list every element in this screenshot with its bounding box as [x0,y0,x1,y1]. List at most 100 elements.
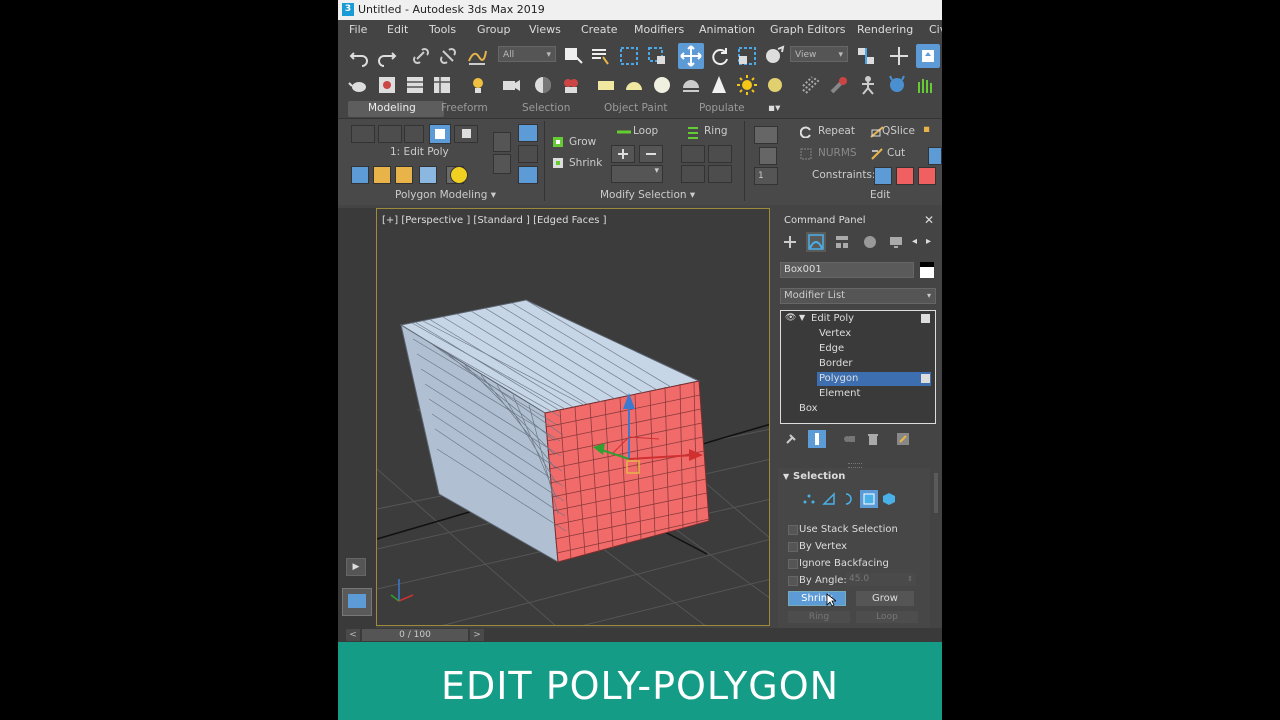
vertex-mode-icon[interactable] [802,492,816,506]
shrink-button[interactable]: Shrink [569,157,602,169]
grow-button[interactable]: Grow [569,136,596,148]
ref-coord-dropdown[interactable]: View ▾ [790,46,848,62]
sun-icon[interactable] [736,74,758,96]
loop-selection-button[interactable]: Loop [856,611,918,623]
close-icon[interactable]: ✕ [924,213,934,227]
polygon-mode-toggle[interactable] [860,490,878,508]
place-icon[interactable] [763,45,785,67]
link-icon[interactable] [410,45,432,67]
swift-loop-button[interactable] [518,124,538,142]
ring-selection-button[interactable]: Ring [788,611,850,623]
time-slider[interactable]: < 0 / 100 > [338,628,942,642]
ring-right-button[interactable] [708,165,732,183]
cut-button[interactable]: Cut [887,147,905,159]
shrink-ring-button[interactable] [708,145,732,163]
menu-rendering[interactable]: Rendering [857,23,913,36]
qslice-button[interactable]: QSlice [882,125,915,137]
edge-mode-icon[interactable] [822,492,836,506]
tab-selection[interactable]: Selection [522,102,570,114]
stack-border[interactable]: Border [819,358,853,369]
edge-mode-button[interactable] [351,125,375,143]
collapse-stack-button[interactable] [493,154,511,174]
by-angle-checkbox[interactable] [788,576,798,586]
teapot-icon[interactable] [348,74,370,96]
scene-explorer-icon[interactable] [431,74,453,96]
mass-fx-icon[interactable] [828,74,850,96]
menu-graph-editors[interactable]: Graph Editors [770,23,846,36]
camera-icon[interactable] [500,74,522,96]
repeat-button[interactable]: Repeat [818,125,855,137]
select-move-button[interactable] [678,43,704,69]
ignore-backfacing-checkbox[interactable] [788,559,798,569]
loop-mode-dropdown[interactable]: ▾ [611,165,663,183]
biped-icon[interactable] [857,74,879,96]
show-end-result-toggle[interactable] [808,430,826,448]
plane-icon[interactable] [595,74,617,96]
bind-spacewarp-icon[interactable] [466,45,488,67]
stack-polygon[interactable]: Polygon [819,373,858,384]
light-icon[interactable] [469,74,491,96]
select-object-icon[interactable] [562,45,584,67]
eye-icon[interactable]: 👁 [785,313,796,323]
cone-light-icon[interactable] [708,74,730,96]
nurms-button[interactable]: NURMS [818,147,857,159]
time-next-button[interactable]: > [470,629,484,641]
menu-views[interactable]: Views [529,23,561,36]
render-icon[interactable] [560,74,582,96]
select-manipulate-icon[interactable] [888,45,910,67]
cat-icon[interactable] [886,74,908,96]
trash-icon[interactable] [866,432,880,446]
time-slider-thumb[interactable]: 0 / 100 [362,629,468,641]
cut-extra-button[interactable] [928,147,942,165]
constraint-face-button[interactable] [918,167,936,185]
object-name-field[interactable]: Box001 [780,262,914,278]
border-mode-button[interactable] [378,125,402,143]
tab-freeform[interactable]: Freeform [441,102,488,114]
menu-edit[interactable]: Edit [387,23,408,36]
skylight-icon[interactable] [764,74,786,96]
shrink-selection-button[interactable]: Shrink [788,591,846,606]
shrink-loop-button[interactable] [639,145,663,163]
motion-tab-icon[interactable] [862,234,878,250]
loop-button[interactable]: Loop [633,125,658,137]
border-mode-icon[interactable] [842,492,856,506]
pivot-center-icon[interactable] [855,45,877,67]
stack-edge[interactable]: Edge [819,343,844,354]
rollout-collapse-icon[interactable]: ▼ [783,472,789,481]
scale-icon[interactable] [736,45,758,67]
stack-edit-poly[interactable]: Edit Poly [811,313,854,324]
stack-vertex[interactable]: Vertex [819,328,851,339]
toggle-command-mode-button[interactable] [395,166,413,184]
use-stack-selection-checkbox[interactable] [788,525,798,535]
ring-button[interactable]: Ring [704,125,728,137]
tab-scroll-left-icon[interactable]: ◂ [912,236,917,247]
constraint-edge-button[interactable] [896,167,914,185]
group-polygon-modeling[interactable]: Polygon Modeling ▾ [395,189,496,201]
rect-selection-icon[interactable] [618,45,640,67]
grow-ring-button[interactable] [681,145,705,163]
isolate-button[interactable] [450,166,468,184]
modify-tab[interactable] [806,232,826,252]
element-mode-button[interactable] [454,125,478,143]
group-edit[interactable]: Edit [870,189,890,201]
preserve-uvs-button[interactable] [419,166,437,184]
stack-toggle-box[interactable] [921,374,930,383]
show-end-result-button[interactable] [373,166,391,184]
loop-mode-button[interactable] [404,125,424,143]
viewport-scene[interactable] [377,209,770,626]
menu-animation[interactable]: Animation [699,23,755,36]
menu-modifiers[interactable]: Modifiers [634,23,684,36]
more-edit-icon[interactable]: ▪ [923,123,930,135]
perspective-viewport[interactable]: [+] [Perspective ] [Standard ] [Edged Fa… [376,208,770,626]
menu-create[interactable]: Create [581,23,618,36]
rotate-icon[interactable] [709,45,731,67]
navmesh-button[interactable] [518,145,538,163]
unlink-icon[interactable] [437,45,459,67]
constraint-none-button[interactable] [874,167,892,185]
redo-icon[interactable] [376,45,398,67]
pin-stack-icon[interactable] [784,432,798,446]
render-frame-icon[interactable] [404,74,426,96]
object-color-swatch[interactable] [920,262,934,278]
modifier-list-dropdown[interactable]: Modifier List ▾ [780,288,936,304]
dome-light-icon[interactable] [680,74,702,96]
